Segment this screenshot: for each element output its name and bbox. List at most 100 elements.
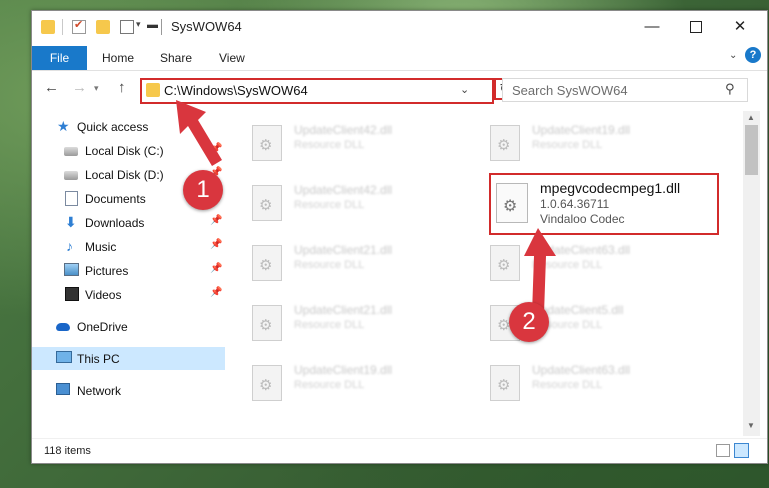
- pin-icon: 📌: [210, 143, 223, 154]
- file-name: mpegvcodecmpeg1.dll: [540, 180, 681, 196]
- sidebar-item-local-disk-c[interactable]: Local Disk (C:) 📌: [32, 139, 225, 162]
- search-box[interactable]: ⚲: [502, 78, 748, 102]
- up-button[interactable]: ↑: [118, 79, 126, 96]
- file-description: Resource DLL: [294, 259, 365, 271]
- file-name: UpdateClient42.dll: [294, 123, 393, 137]
- download-icon: ⬇: [65, 214, 77, 230]
- file-item[interactable]: ⚙ UpdateClient63.dll Resource DLL: [490, 237, 710, 287]
- chevron-down-icon[interactable]: ▾: [136, 19, 141, 30]
- gear-icon: ⚙: [497, 257, 511, 274]
- pin-icon: 📌: [210, 215, 223, 226]
- navigation-pane: ★ Quick access Local Disk (C:) 📌 Local D…: [32, 111, 225, 436]
- tiles-view-icon[interactable]: [734, 443, 749, 458]
- sidebar-item-label: OneDrive: [77, 320, 128, 334]
- forward-button[interactable]: →: [72, 79, 87, 96]
- sidebar-item-label: Local Disk (D:): [85, 168, 164, 182]
- maximize-icon: [690, 21, 702, 34]
- file-item[interactable]: ⚙ UpdateClient19.dll Resource DLL: [490, 117, 710, 167]
- recent-locations-button[interactable]: ▾: [94, 83, 99, 94]
- new-folder-icon[interactable]: [96, 20, 110, 34]
- sidebar-item-label: Network: [77, 384, 122, 398]
- pin-icon: 📌: [210, 239, 223, 250]
- close-button[interactable]: ✕: [720, 15, 760, 39]
- file-description: Resource DLL: [294, 319, 365, 331]
- file-description: Resource DLL: [294, 139, 365, 151]
- minimize-button[interactable]: —: [632, 15, 672, 39]
- file-item[interactable]: ⚙ UpdateClient42.dll Resource DLL: [252, 177, 472, 227]
- vertical-scrollbar[interactable]: ▲ ▼: [743, 111, 760, 436]
- ribbon-tabs: File Home Share View ⌄ ?: [32, 44, 767, 71]
- file-list: ⚙ UpdateClient42.dll Resource DLL ⚙ Upda…: [228, 111, 738, 436]
- address-bar[interactable]: C:\Windows\SysWOW64 ⌄: [140, 78, 494, 104]
- pin-icon: 📌: [210, 287, 223, 298]
- sidebar-item-network[interactable]: Network: [32, 379, 225, 402]
- help-icon[interactable]: ?: [745, 47, 761, 63]
- address-path[interactable]: C:\Windows\SysWOW64: [164, 83, 308, 98]
- network-icon: [56, 383, 70, 395]
- maximize-button[interactable]: [676, 15, 716, 39]
- search-input[interactable]: [504, 80, 724, 100]
- computer-icon: [56, 351, 72, 363]
- sidebar-item-label: Documents: [85, 192, 146, 206]
- gear-icon: ⚙: [259, 137, 273, 154]
- sidebar-item-videos[interactable]: Videos 📌: [32, 283, 225, 306]
- gear-icon: ⚙: [259, 317, 273, 334]
- file-name: UpdateClient21.dll: [294, 243, 393, 257]
- file-version: 1.0.64.36711: [540, 197, 610, 211]
- customize-toolbar-icon[interactable]: ▬: [147, 19, 158, 31]
- dll-file-icon: ⚙: [252, 125, 282, 161]
- view-icon[interactable]: [120, 20, 134, 34]
- dll-file-icon: ⚙: [490, 125, 520, 161]
- file-name: UpdateClient63.dll: [532, 363, 631, 377]
- sidebar-item-label: Local Disk (C:): [85, 144, 164, 158]
- sidebar-item-music[interactable]: ♪ Music 📌: [32, 235, 225, 258]
- tab-share[interactable]: Share: [160, 46, 192, 70]
- sidebar-item-label: Videos: [85, 288, 122, 302]
- videos-icon: [65, 287, 79, 301]
- sidebar-item-pictures[interactable]: Pictures 📌: [32, 259, 225, 282]
- file-item[interactable]: ⚙ UpdateClient19.dll Resource DLL: [252, 357, 472, 407]
- properties-icon[interactable]: [72, 18, 86, 34]
- tab-home[interactable]: Home: [102, 46, 134, 70]
- gear-icon: ⚙: [259, 377, 273, 394]
- disk-icon: [64, 147, 78, 156]
- file-name: UpdateClient42.dll: [294, 183, 393, 197]
- explorer-window: ▾ ▬ SysWOW64 — ✕ File Home Share View ⌄ …: [31, 10, 768, 464]
- file-description: Resource DLL: [532, 259, 603, 271]
- chevron-down-icon[interactable]: ⌄: [729, 50, 737, 61]
- sidebar-item-downloads[interactable]: ⬇ Downloads 📌: [32, 211, 225, 234]
- file-name: UpdateClient21.dll: [294, 303, 393, 317]
- sidebar-item-onedrive[interactable]: OneDrive: [32, 315, 225, 338]
- gear-icon: ⚙: [259, 257, 273, 274]
- dll-file-icon: ⚙: [252, 305, 282, 341]
- file-item[interactable]: ⚙ UpdateClient21.dll Resource DLL: [252, 297, 472, 347]
- dll-file-icon: ⚙: [252, 185, 282, 221]
- file-description: Resource DLL: [532, 139, 603, 151]
- star-icon: ★: [57, 118, 70, 134]
- gear-icon: ⚙: [497, 137, 511, 154]
- sidebar-item-this-pc[interactable]: This PC: [32, 347, 225, 370]
- sidebar-item-quick-access[interactable]: ★ Quick access: [32, 115, 225, 138]
- details-view-icon[interactable]: [716, 444, 730, 457]
- disk-icon: [64, 171, 78, 180]
- gear-icon: ⚙: [259, 197, 273, 214]
- highlighted-file-item[interactable]: ⚙ mpegvcodecmpeg1.dll 1.0.64.36711 Vinda…: [489, 173, 719, 235]
- file-item[interactable]: ⚙ UpdateClient42.dll Resource DLL: [252, 117, 472, 167]
- dll-file-icon: ⚙: [490, 245, 520, 281]
- back-button[interactable]: ←: [44, 79, 59, 96]
- tab-file[interactable]: File: [32, 46, 87, 70]
- scroll-down-icon[interactable]: ▼: [747, 421, 755, 430]
- separator: [62, 19, 63, 35]
- file-description: Resource DLL: [294, 199, 365, 211]
- sidebar-item-label: Quick access: [77, 120, 149, 134]
- file-item[interactable]: ⚙ UpdateClient21.dll Resource DLL: [252, 237, 472, 287]
- chevron-down-icon[interactable]: ⌄: [460, 83, 469, 96]
- scrollbar-thumb[interactable]: [745, 125, 758, 175]
- tab-view[interactable]: View: [219, 46, 245, 70]
- dll-file-icon: ⚙: [496, 183, 528, 223]
- title-bar: ▾ ▬ SysWOW64 — ✕: [32, 11, 767, 43]
- file-item[interactable]: ⚙ UpdateClient63.dll Resource DLL: [490, 357, 710, 407]
- cloud-icon: [56, 323, 70, 331]
- file-name: UpdateClient19.dll: [532, 123, 631, 137]
- scroll-up-icon[interactable]: ▲: [747, 113, 755, 122]
